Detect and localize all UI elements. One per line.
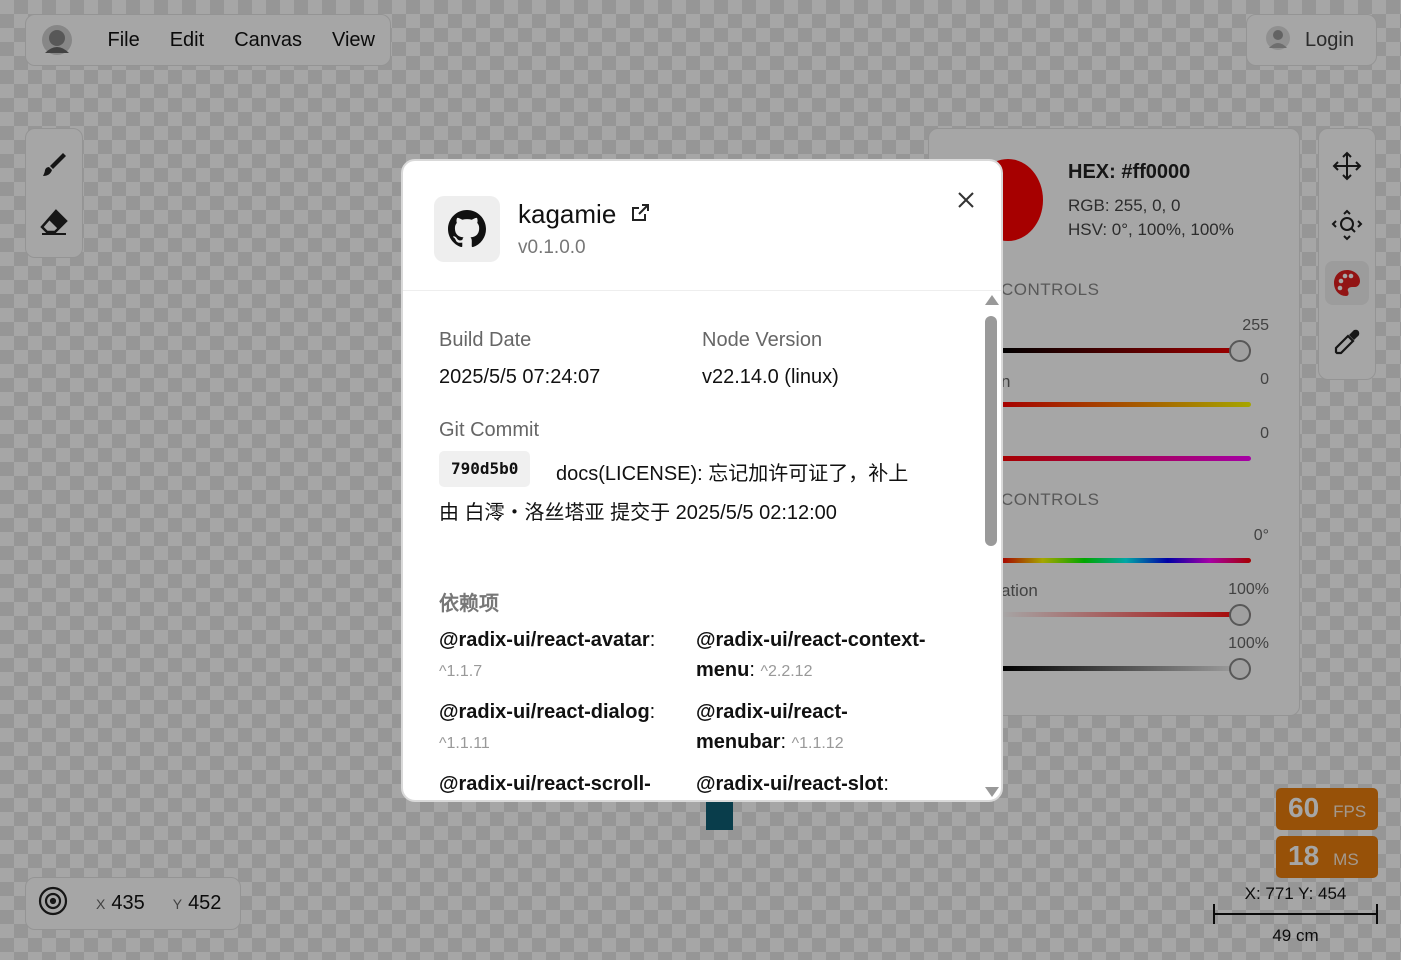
build-date-value: 2025/5/5 07:24:07 [439,366,601,388]
git-commit-label: Git Commit [439,419,539,441]
close-icon[interactable] [953,187,979,213]
scrollbar-thumb[interactable] [985,316,997,546]
github-icon[interactable] [434,196,500,262]
dependency-version: ^1.1.12 [791,735,844,752]
node-version-label: Node Version [702,329,823,351]
dependency-item: @radix-ui/react-dialog: ^1.1.11 [439,701,656,752]
commit-author: 由 白澪・洛丝塔亚 提交于 2025/5/5 02:12:00 [439,502,837,524]
app-version: v0.1.0.0 [518,237,586,258]
dependency-name: @radix-ui/react-slot [696,773,884,795]
dependency-item: @radix-ui/react-menubar: ^1.1.12 [696,701,848,753]
dependency-name: @radix-ui/react-dialog [439,701,650,723]
dependencies-title: 依赖项 [439,593,499,615]
dependency-version: ^1.1.7 [439,663,483,680]
dependency-item: @radix-ui/react-scroll- [439,769,689,799]
build-date-label: Build Date [439,329,532,351]
dependency-name: @radix-ui/react-scroll- [439,773,651,795]
dependency-name: @radix-ui/react-avatar [439,629,650,651]
about-dialog: kagamie v0.1.0.0 Build Date 2025/5/5 07:… [401,159,1003,802]
dialog-body: Build Date 2025/5/5 07:24:07 Node Versio… [439,291,969,800]
dependency-item: @radix-ui/react-avatar: ^1.1.7 [439,629,656,680]
dialog-scrollbar[interactable] [983,291,1001,800]
node-version-value: v22.14.0 (linux) [702,366,839,388]
scroll-down-arrow-icon[interactable] [985,787,999,797]
scroll-up-arrow-icon[interactable] [985,295,999,305]
dependency-item: @radix-ui/react-slot: [696,773,889,795]
dependency-version: ^1.1.11 [439,735,490,752]
dialog-header: kagamie v0.1.0.0 [403,161,1001,291]
commit-hash: 790d5b0 [439,451,531,487]
commit-message: docs(LICENSE): 忘记加许可证了，补上 [556,463,909,485]
app-title: kagamie [518,199,617,229]
dependency-version: ^2.2.12 [760,663,813,680]
app-title-link[interactable]: kagamie [518,199,650,230]
external-link-icon[interactable] [630,199,650,230]
dependency-item: @radix-ui/react-context-menu: ^2.2.12 [696,629,926,681]
